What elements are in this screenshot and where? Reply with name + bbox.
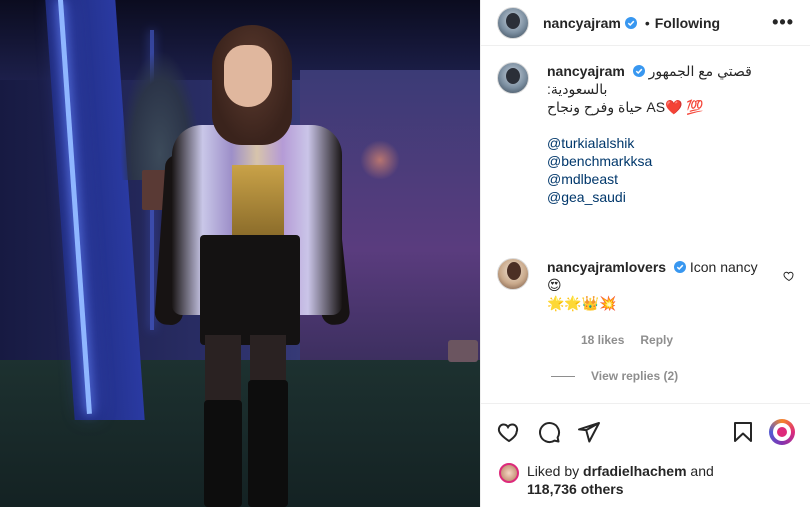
likes-count[interactable]: 118,736 others — [527, 481, 624, 497]
caption-mentions: @turkialalshik @benchmarkksa @mdlbeast @… — [547, 134, 787, 206]
following-button[interactable]: Following — [655, 15, 720, 31]
commenter-username[interactable]: nancyajramlovers — [547, 259, 666, 275]
comment-body: nancyajramlovers Icon nancy😍 🌟🌟👑💥 — [547, 258, 769, 312]
comment-likes-count[interactable]: 18 likes — [581, 333, 624, 347]
liker-username[interactable]: drfadielhachem — [583, 463, 686, 479]
replies-line — [551, 375, 575, 377]
mention-link[interactable]: @gea_saudi — [547, 188, 787, 206]
caption-author-username[interactable]: nancyajram — [547, 63, 625, 79]
liker-avatar[interactable] — [499, 463, 519, 483]
photo-person — [154, 25, 360, 507]
view-replies-label: View replies (2) — [591, 369, 679, 383]
mention-link[interactable]: @benchmarkksa — [547, 152, 787, 170]
comment-heart-icon[interactable] — [783, 270, 795, 282]
caption: nancyajram قصتي مع الجمهور بالسعودية: حي… — [497, 62, 795, 206]
comments-section[interactable]: nancyajram قصتي مع الجمهور بالسعودية: حي… — [481, 46, 810, 403]
view-replies-button[interactable]: View replies (2) — [551, 369, 795, 383]
mention-link[interactable]: @turkialalshik — [547, 134, 787, 152]
verified-badge-icon — [624, 16, 637, 29]
likes-summary: Liked by drfadielhachem and 118,736 othe… — [481, 450, 810, 498]
post-side-panel: nancyajram • Following ••• nancyajram قص… — [480, 0, 810, 507]
post-header: nancyajram • Following ••• — [481, 0, 810, 46]
caption-body: nancyajram قصتي مع الجمهور بالسعودية: حي… — [547, 62, 787, 206]
caption-line-2: بالسعودية: — [547, 81, 608, 97]
save-bookmark-icon[interactable] — [731, 420, 755, 444]
author-avatar[interactable] — [497, 6, 529, 39]
likes-prefix: Liked by — [527, 463, 580, 479]
verified-badge-icon — [673, 261, 686, 273]
more-options-icon[interactable]: ••• — [772, 12, 794, 33]
post-photo[interactable] — [0, 0, 480, 507]
share-icon[interactable] — [577, 420, 601, 444]
comment-icon[interactable] — [537, 420, 561, 444]
caption-line-1: قصتي مع الجمهور — [648, 63, 752, 79]
likes-joiner: and — [690, 463, 714, 479]
verified-badge-icon — [632, 65, 645, 77]
comment-item: nancyajramlovers Icon nancy😍 🌟🌟👑💥 — [497, 258, 795, 312]
post-actions: Liked by drfadielhachem and 118,736 othe… — [481, 403, 810, 507]
caption-author-avatar[interactable] — [497, 62, 529, 94]
photo-stool — [448, 340, 478, 362]
caption-line-3: حياة وفرح ونجاح — [547, 99, 643, 115]
comment-reply-button[interactable]: Reply — [640, 333, 673, 347]
like-heart-icon[interactable] — [497, 420, 521, 444]
likes-text: Liked by drfadielhachem and 118,736 othe… — [527, 462, 714, 498]
caption-emoji: ❤️ 💯 — [665, 99, 704, 115]
action-icons — [481, 404, 810, 450]
boost-icon[interactable] — [769, 419, 795, 445]
commenter-avatar[interactable] — [497, 258, 529, 290]
comment-text-line-2: 🌟🌟👑💥 — [547, 295, 617, 311]
separator-dot: • — [644, 14, 650, 31]
mention-link[interactable]: @mdlbeast — [547, 170, 787, 188]
author-username[interactable]: nancyajram — [543, 15, 621, 31]
photo-glow — [360, 140, 400, 180]
caption-line-3-tail: AS — [646, 99, 666, 115]
comment-meta: 18 likes Reply — [581, 333, 795, 347]
